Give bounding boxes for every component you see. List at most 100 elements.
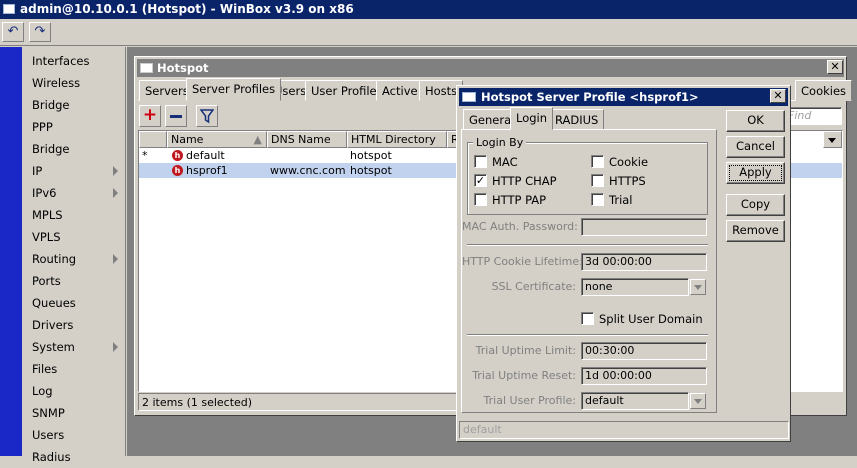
plus-icon: + bbox=[142, 105, 158, 125]
http-cookie-lifetime-field[interactable]: 3d 00:00:00 bbox=[581, 253, 707, 271]
split-user-domain-checkbox[interactable] bbox=[581, 312, 594, 325]
sidebar-item-wireless[interactable]: Wireless bbox=[22, 72, 126, 94]
sidebar-item-vpls[interactable]: VPLS bbox=[22, 226, 126, 248]
tab-label: Server Profiles bbox=[192, 82, 276, 96]
sidebar-item-files[interactable]: Files bbox=[22, 358, 126, 380]
https-checkbox[interactable] bbox=[591, 174, 604, 187]
mac-auth-password-field[interactable] bbox=[581, 218, 707, 236]
hotspot-close-button[interactable]: ✕ bbox=[827, 60, 843, 74]
column-label: Name bbox=[171, 133, 204, 146]
trial-user-profile-dropdown-button[interactable] bbox=[690, 393, 706, 409]
app-title-bar: admin@10.10.0.1 (Hotspot) - WinBox v3.9 … bbox=[0, 0, 857, 19]
tab-radius[interactable]: RADIUS bbox=[549, 109, 605, 130]
button-label: Copy bbox=[740, 197, 771, 211]
cookie-checkbox[interactable] bbox=[591, 155, 604, 168]
copy-button[interactable]: Copy bbox=[726, 194, 785, 216]
sidebar-item-label: Bridge bbox=[32, 98, 70, 112]
dialog-status-bar: default bbox=[459, 421, 789, 439]
sidebar-menu: Interfaces Wireless Bridge PPP Bridge IP… bbox=[22, 47, 126, 464]
trial-uptime-limit-field[interactable]: 00:30:00 bbox=[581, 342, 707, 360]
sidebar-item-radius[interactable]: Radius bbox=[22, 446, 126, 468]
tab-label: User Profiles bbox=[311, 84, 383, 98]
trial-user-profile-select[interactable]: default bbox=[581, 392, 689, 410]
remove-button[interactable] bbox=[165, 105, 187, 127]
http-pap-checkbox[interactable] bbox=[474, 193, 487, 206]
column-header-html-directory[interactable]: HTML Directory bbox=[347, 131, 447, 148]
hotspot-profile-icon: h bbox=[172, 150, 183, 161]
sidebar-item-ppp[interactable]: PPP bbox=[22, 116, 126, 138]
hotspot-profile-icon: h bbox=[172, 165, 183, 176]
sidebar-item-users[interactable]: Users bbox=[22, 424, 126, 446]
sidebar-item-drivers[interactable]: Drivers bbox=[22, 314, 126, 336]
cancel-button[interactable]: Cancel bbox=[726, 136, 785, 158]
button-label: Cancel bbox=[736, 139, 775, 153]
remove-profile-button[interactable]: Remove bbox=[726, 220, 785, 242]
dialog-close-button[interactable]: ✕ bbox=[770, 89, 786, 103]
sidebar-item-label: Ports bbox=[32, 274, 61, 288]
sidebar-item-mpls[interactable]: MPLS bbox=[22, 204, 126, 226]
tab-login[interactable]: Login bbox=[510, 107, 554, 130]
sidebar-item-label: Interfaces bbox=[32, 54, 90, 68]
sidebar-item-ipv6[interactable]: IPv6 bbox=[22, 182, 126, 204]
minus-icon bbox=[170, 115, 182, 118]
sidebar-item-bridge[interactable]: Bridge bbox=[22, 94, 126, 116]
sidebar-item-label: Users bbox=[32, 428, 65, 442]
column-header-dns-name[interactable]: DNS Name bbox=[267, 131, 347, 148]
column-label: DNS Name bbox=[271, 133, 331, 146]
sidebar-item-label: Log bbox=[32, 384, 53, 398]
sidebar-item-label: IPv6 bbox=[32, 186, 57, 200]
sidebar-item-label: Bridge bbox=[32, 142, 70, 156]
hotspot-status-bar: 2 items (1 selected) bbox=[138, 393, 458, 411]
sidebar-item-label: Routing bbox=[32, 252, 77, 266]
sidebar-item-system[interactable]: System bbox=[22, 336, 126, 358]
tab-server-profiles[interactable]: Server Profiles bbox=[186, 78, 282, 101]
sidebar-item-bridge-2[interactable]: Bridge bbox=[22, 138, 126, 160]
sidebar-item-label: Queues bbox=[32, 296, 76, 310]
tab-label: RADIUS bbox=[555, 113, 599, 127]
dialog-title-bar[interactable]: Hotspot Server Profile <hsprof1> bbox=[459, 88, 788, 106]
check-mark-icon: ✓ bbox=[475, 174, 486, 187]
find-placeholder: Find bbox=[788, 109, 812, 122]
sidebar-item-label: MPLS bbox=[32, 208, 63, 222]
tab-label: Cookies bbox=[801, 84, 847, 98]
find-input[interactable]: Find bbox=[784, 107, 842, 125]
sidebar-item-routing[interactable]: Routing bbox=[22, 248, 126, 270]
close-icon: ✕ bbox=[773, 89, 783, 102]
undo-button[interactable]: ↶ bbox=[2, 22, 24, 42]
tab-cookies[interactable]: Cookies bbox=[795, 80, 853, 101]
sidebar-item-ip[interactable]: IP bbox=[22, 160, 126, 182]
filter-button[interactable] bbox=[196, 105, 218, 127]
trial-uptime-reset-field[interactable]: 1d 00:00:00 bbox=[581, 367, 707, 385]
http-chap-checkbox[interactable]: ✓ bbox=[474, 174, 487, 187]
sidebar-item-ports[interactable]: Ports bbox=[22, 270, 126, 292]
button-label: OK bbox=[747, 113, 764, 127]
trial-uptime-reset-label: Trial Uptime Reset: bbox=[472, 369, 576, 382]
mac-auth-password-label: MAC Auth. Password: bbox=[462, 220, 578, 233]
apply-button[interactable]: Apply bbox=[726, 162, 785, 184]
column-chooser-button[interactable] bbox=[823, 131, 842, 148]
column-header-name[interactable]: Name ▲ bbox=[167, 131, 267, 148]
add-button[interactable]: + bbox=[139, 105, 161, 127]
redo-button[interactable]: ↷ bbox=[29, 22, 51, 42]
sidebar-item-label: Drivers bbox=[32, 318, 74, 332]
mac-label: MAC bbox=[492, 155, 518, 169]
separator bbox=[467, 334, 708, 336]
sidebar-item-queues[interactable]: Queues bbox=[22, 292, 126, 314]
ssl-certificate-dropdown-button[interactable] bbox=[690, 279, 706, 295]
sidebar-item-log[interactable]: Log bbox=[22, 380, 126, 402]
dropdown-icon bbox=[828, 138, 836, 143]
tab-active[interactable]: Active bbox=[376, 80, 424, 101]
winbox-side-strip bbox=[0, 47, 22, 456]
ssl-certificate-select[interactable]: none bbox=[581, 278, 689, 296]
mac-checkbox[interactable] bbox=[474, 155, 487, 168]
sidebar-item-label: System bbox=[32, 340, 75, 354]
sidebar-item-interfaces[interactable]: Interfaces bbox=[22, 50, 126, 72]
hotspot-title-bar[interactable]: Hotspot bbox=[137, 59, 844, 77]
window-icon bbox=[140, 63, 153, 73]
row-name: default bbox=[186, 149, 225, 162]
sidebar-item-snmp[interactable]: SNMP bbox=[22, 402, 126, 424]
ssl-certificate-label: SSL Certificate: bbox=[491, 280, 576, 293]
column-header-flag[interactable] bbox=[139, 131, 167, 148]
trial-checkbox[interactable] bbox=[591, 193, 604, 206]
ok-button[interactable]: OK bbox=[726, 110, 785, 132]
